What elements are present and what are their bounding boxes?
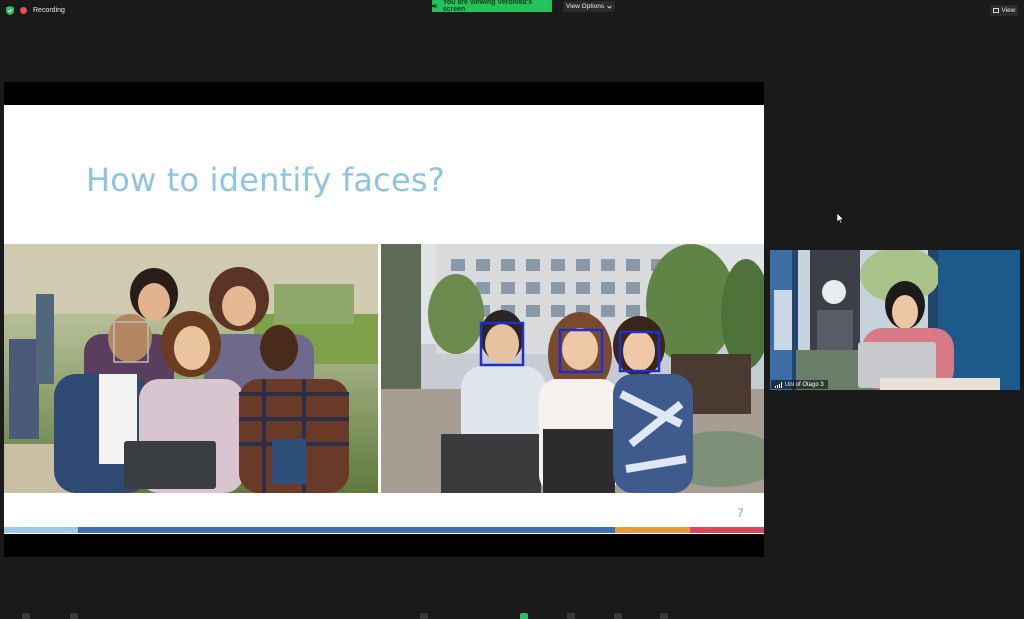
toolbar-chat-button[interactable] [567, 613, 575, 619]
participant-name-tag: Uni of Otago 3 [771, 380, 828, 389]
view-options-button[interactable]: View Options [563, 1, 615, 12]
presentation-slide: How to identify faces? 7 [4, 105, 764, 534]
view-label: View [1001, 7, 1016, 14]
accent-segment-orange [615, 527, 690, 533]
toolbar-share-button[interactable] [520, 613, 528, 619]
toolbar-record-button[interactable] [614, 613, 622, 619]
mouse-cursor-icon [837, 213, 844, 224]
slide-accent-bar [4, 527, 764, 533]
participant-name: Uni of Otago 3 [785, 381, 824, 388]
shared-screen: How to identify faces? 7 [4, 82, 764, 557]
toolbar-participants-button[interactable] [420, 613, 428, 619]
participant-video-feed [770, 250, 1020, 390]
grid-icon [992, 8, 999, 13]
toolbar-mute-button[interactable] [22, 613, 30, 619]
accent-segment-light-blue [4, 527, 78, 533]
viewing-banner-text: You are viewing Veronika's screen [442, 0, 533, 13]
shield-icon [6, 5, 14, 15]
toolbar-reactions-button[interactable] [660, 613, 668, 619]
view-button[interactable]: View [990, 5, 1018, 16]
face-detection-photo [381, 244, 764, 493]
recording-indicator[interactable]: Recording [6, 4, 65, 16]
slide-number: 7 [737, 506, 744, 520]
record-dot-icon [20, 6, 27, 14]
recording-label: Recording [33, 6, 65, 14]
view-options-label: View Options [565, 3, 605, 10]
participant-video-tile[interactable]: Uni of Otago 3 [770, 250, 1020, 390]
viewing-screen-banner: You are viewing Veronika's screen [432, 0, 552, 13]
accent-segment-blue [78, 527, 615, 533]
toolbar-video-button[interactable] [70, 613, 78, 619]
speaker-icon [432, 3, 438, 9]
group-photo-students [4, 244, 378, 493]
accent-segment-red [690, 527, 764, 533]
signal-bars-icon [775, 381, 782, 388]
slide-title: How to identify faces? [86, 161, 445, 199]
chevron-down-icon [607, 5, 612, 9]
meeting-top-bar: Recording You are viewing Veronika's scr… [0, 0, 1024, 20]
